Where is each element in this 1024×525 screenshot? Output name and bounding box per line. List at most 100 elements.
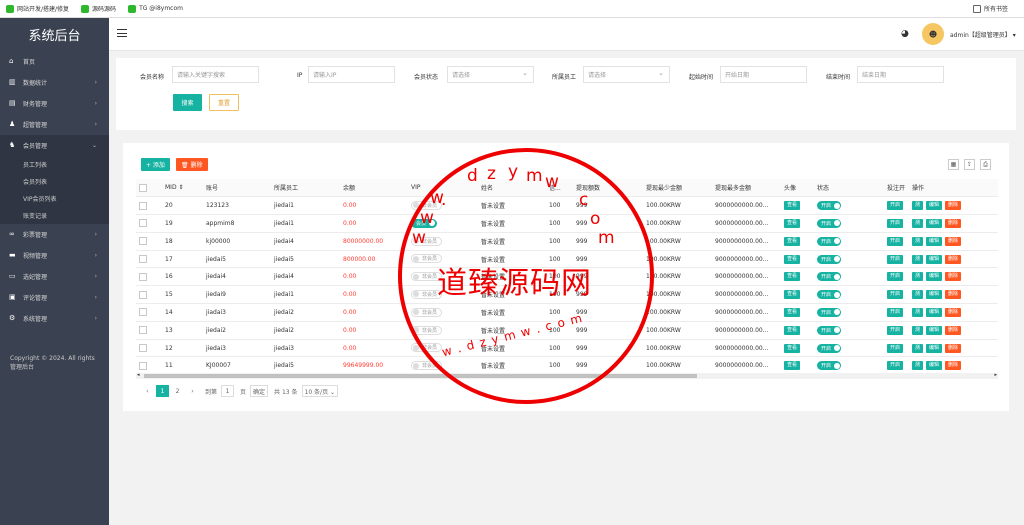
goto-confirm-button[interactable]: 确定 bbox=[250, 385, 269, 397]
delete-row-button[interactable]: 删除 bbox=[945, 343, 962, 353]
submenu-item[interactable]: 员工列表 bbox=[0, 156, 109, 173]
columns-icon[interactable]: ▦ bbox=[948, 159, 959, 170]
edit-button[interactable]: 编辑 bbox=[926, 343, 943, 353]
bookmark-item[interactable]: 源码源码 bbox=[81, 4, 116, 13]
sidebar-item[interactable]: ▭ 选妃管理 › bbox=[0, 266, 109, 287]
edit-button[interactable]: 编辑 bbox=[926, 272, 943, 282]
status-toggle[interactable]: 开启 bbox=[817, 218, 842, 228]
scrollbar-thumb[interactable] bbox=[144, 374, 697, 378]
edit-button[interactable]: 编辑 bbox=[926, 290, 943, 300]
edit-button[interactable]: 编辑 bbox=[926, 361, 943, 371]
bet-toggle-button[interactable]: 开启 bbox=[887, 325, 904, 335]
edit-button[interactable]: 编辑 bbox=[926, 201, 943, 211]
sidebar-item[interactable]: ⚙ 系统管理 › bbox=[0, 308, 109, 329]
test-button[interactable]: 测 bbox=[912, 307, 924, 317]
vip-toggle[interactable]: 非会员 bbox=[411, 254, 443, 264]
view-avatar-button[interactable]: 查看 bbox=[784, 272, 801, 282]
view-avatar-button[interactable]: 查看 bbox=[784, 254, 801, 264]
avatar[interactable]: ☻ bbox=[922, 23, 944, 45]
edit-button[interactable]: 编辑 bbox=[926, 218, 943, 228]
status-toggle[interactable]: 开启 bbox=[817, 307, 842, 317]
next-page-icon[interactable]: › bbox=[186, 385, 199, 397]
edit-button[interactable]: 编辑 bbox=[926, 254, 943, 264]
delete-row-button[interactable]: 删除 bbox=[945, 325, 962, 335]
delete-row-button[interactable]: 删除 bbox=[945, 361, 962, 371]
sidebar-item[interactable]: ⌂ 首页 bbox=[0, 51, 109, 72]
start-date-input[interactable]: 开始日期 bbox=[720, 66, 807, 83]
view-avatar-button[interactable]: 查看 bbox=[784, 201, 801, 211]
horizontal-scrollbar[interactable]: ◂ ▸ bbox=[136, 372, 998, 379]
view-avatar-button[interactable]: 查看 bbox=[784, 343, 801, 353]
status-toggle[interactable]: 开启 bbox=[817, 236, 842, 246]
sidebar-item[interactable]: ▥ 数据统计 › bbox=[0, 72, 109, 93]
ip-input[interactable]: 请输入IP bbox=[308, 66, 395, 83]
vip-toggle[interactable]: 非会员 bbox=[411, 289, 443, 299]
view-avatar-button[interactable]: 查看 bbox=[784, 218, 801, 228]
theme-icon[interactable]: ◕ bbox=[901, 29, 909, 39]
test-button[interactable]: 测 bbox=[912, 361, 924, 371]
bet-toggle-button[interactable]: 开启 bbox=[887, 236, 904, 246]
delete-row-button[interactable]: 删除 bbox=[945, 272, 962, 282]
bet-toggle-button[interactable]: 开启 bbox=[887, 290, 904, 300]
end-date-input[interactable]: 结束日期 bbox=[857, 66, 944, 83]
bookmark-item[interactable]: 网站开发/搭建/修复 bbox=[6, 4, 69, 13]
reset-button[interactable]: 重置 bbox=[209, 94, 239, 111]
print-icon[interactable]: ⎙ bbox=[980, 159, 991, 170]
status-toggle[interactable]: 开启 bbox=[817, 343, 842, 353]
test-button[interactable]: 测 bbox=[912, 201, 924, 211]
row-checkbox[interactable] bbox=[139, 344, 147, 353]
vip-toggle[interactable]: 非会员 bbox=[411, 343, 443, 353]
export-icon[interactable]: ⇪ bbox=[964, 159, 975, 170]
bet-toggle-button[interactable]: 开启 bbox=[887, 272, 904, 282]
view-avatar-button[interactable]: 查看 bbox=[784, 361, 801, 371]
test-button[interactable]: 测 bbox=[912, 236, 924, 246]
row-checkbox[interactable] bbox=[139, 308, 147, 317]
delete-row-button[interactable]: 删除 bbox=[945, 290, 962, 300]
delete-row-button[interactable]: 删除 bbox=[945, 236, 962, 246]
test-button[interactable]: 测 bbox=[912, 218, 924, 228]
scroll-left-icon[interactable]: ◂ bbox=[137, 372, 140, 378]
delete-row-button[interactable]: 删除 bbox=[945, 307, 962, 317]
all-bookmarks[interactable]: 所有书签 bbox=[972, 4, 1008, 13]
vip-toggle[interactable]: 会员 bbox=[411, 218, 438, 228]
row-checkbox[interactable] bbox=[139, 326, 147, 335]
bookmark-item[interactable]: TG @i8ymcom bbox=[128, 4, 183, 13]
status-toggle[interactable]: 开启 bbox=[817, 201, 842, 211]
select-all-checkbox[interactable] bbox=[139, 183, 147, 192]
vip-toggle[interactable]: 非会员 bbox=[411, 200, 443, 210]
test-button[interactable]: 测 bbox=[912, 290, 924, 300]
search-button[interactable]: 搜索 bbox=[173, 94, 202, 111]
test-button[interactable]: 测 bbox=[912, 325, 924, 335]
member-status-select[interactable]: 请选择 bbox=[447, 66, 534, 83]
bet-toggle-button[interactable]: 开启 bbox=[887, 254, 904, 264]
page-size-select[interactable]: 10 条/页 ⌄ bbox=[301, 385, 338, 397]
add-button[interactable]: + 添加 bbox=[141, 158, 170, 171]
sidebar-item[interactable]: ▬ 视频管理 › bbox=[0, 245, 109, 266]
user-menu[interactable]: admin【超级管理员】 ▾ bbox=[950, 30, 1016, 39]
test-button[interactable]: 测 bbox=[912, 343, 924, 353]
bet-toggle-button[interactable]: 开启 bbox=[887, 218, 904, 228]
view-avatar-button[interactable]: 查看 bbox=[784, 307, 801, 317]
menu-toggle-icon[interactable] bbox=[117, 29, 127, 37]
goto-page-input[interactable]: 1 bbox=[221, 385, 235, 397]
row-checkbox[interactable] bbox=[139, 290, 147, 299]
view-avatar-button[interactable]: 查看 bbox=[784, 236, 801, 246]
sidebar-item[interactable]: ▤ 财务管理 › bbox=[0, 93, 109, 114]
bet-toggle-button[interactable]: 开启 bbox=[887, 361, 904, 371]
status-toggle[interactable]: 开启 bbox=[817, 361, 842, 371]
vip-toggle[interactable]: 非会员 bbox=[411, 307, 443, 317]
edit-button[interactable]: 编辑 bbox=[926, 236, 943, 246]
edit-button[interactable]: 编辑 bbox=[926, 325, 943, 335]
bet-toggle-button[interactable]: 开启 bbox=[887, 307, 904, 317]
member-name-input[interactable]: 请输入关键字搜索 bbox=[172, 66, 259, 83]
test-button[interactable]: 测 bbox=[912, 254, 924, 264]
page-2[interactable]: 2 bbox=[171, 385, 184, 397]
sidebar-item[interactable]: ▣ 评论管理 › bbox=[0, 287, 109, 308]
delete-row-button[interactable]: 删除 bbox=[945, 201, 962, 211]
vip-toggle[interactable]: 非会员 bbox=[411, 325, 443, 335]
scroll-right-icon[interactable]: ▸ bbox=[994, 372, 997, 378]
sidebar-item[interactable]: ♞ 会员管理 ⌄ bbox=[0, 135, 109, 156]
status-toggle[interactable]: 开启 bbox=[817, 325, 842, 335]
vip-toggle[interactable]: 非会员 bbox=[411, 361, 443, 371]
vip-toggle[interactable]: 非会员 bbox=[411, 236, 443, 246]
